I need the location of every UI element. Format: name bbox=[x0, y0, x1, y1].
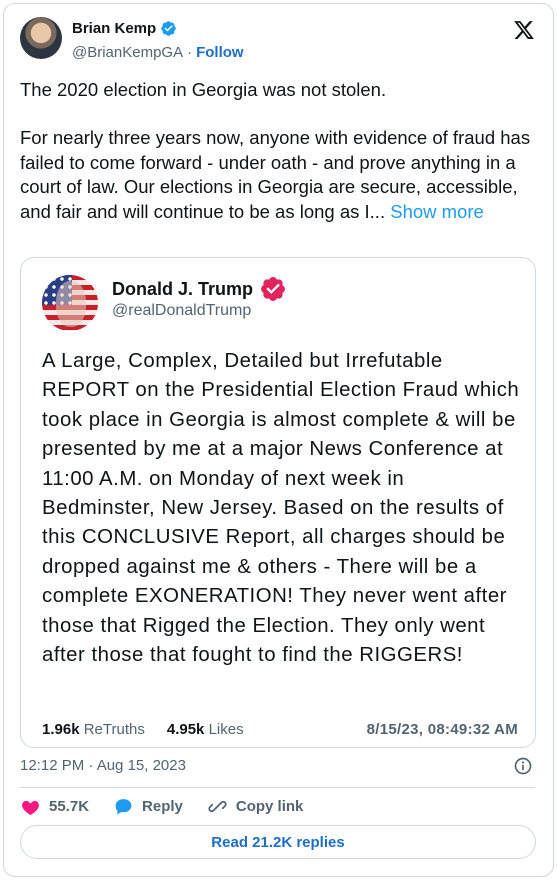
avatar-face bbox=[56, 281, 86, 327]
tweet-text: The 2020 election in Georgia was not sto… bbox=[20, 78, 535, 224]
copy-link-button[interactable]: Copy link bbox=[207, 796, 304, 817]
follow-button[interactable]: Follow bbox=[196, 44, 244, 61]
author-handle[interactable]: @BrianKempGA bbox=[72, 44, 183, 61]
likes-stat: 4.95k Likes bbox=[167, 721, 244, 738]
x-logo-icon[interactable] bbox=[513, 19, 535, 41]
author-avatar[interactable] bbox=[20, 17, 62, 59]
quoted-post-card[interactable]: Donald J. Trump @realDonaldTrump A Large… bbox=[20, 257, 536, 748]
heart-icon bbox=[22, 800, 39, 815]
quoted-author-handle: @realDonaldTrump bbox=[112, 302, 252, 319]
truth-verified-badge-icon bbox=[261, 277, 285, 301]
quoted-likes-label: Likes bbox=[208, 721, 244, 738]
like-button[interactable]: 55.7K bbox=[20, 796, 89, 817]
tweet-paragraph-1: The 2020 election in Georgia was not sto… bbox=[20, 79, 387, 100]
tweet-paragraph-2: For nearly three years now, anyone with … bbox=[20, 126, 535, 224]
quoted-post-stats: 1.96k ReTruths 4.95k Likes 8/15/23, 08:4… bbox=[42, 721, 518, 738]
like-count: 55.7K bbox=[49, 797, 90, 815]
actions-divider bbox=[20, 787, 535, 788]
handle-separator: · bbox=[187, 44, 193, 61]
quoted-author-name-row: Donald J. Trump bbox=[112, 275, 287, 303]
author-handle-row: @BrianKempGA · Follow bbox=[72, 44, 244, 61]
action-bar: 55.7K Reply Copy link bbox=[20, 795, 327, 817]
quoted-post-text: A Large, Complex, Detailed but Irrefutab… bbox=[42, 350, 520, 667]
link-icon bbox=[208, 800, 227, 812]
quoted-likes-count: 4.95k bbox=[166, 721, 205, 738]
author-name[interactable]: Brian Kemp bbox=[72, 20, 156, 37]
author-name-row: Brian Kemp bbox=[72, 20, 177, 37]
reply-bubble-icon bbox=[115, 798, 132, 814]
show-more-link[interactable]: Show more bbox=[385, 201, 484, 222]
verified-badge-icon bbox=[161, 21, 176, 36]
info-icon[interactable] bbox=[513, 756, 533, 776]
post-timestamp[interactable]: 12:12 PM · Aug 15, 2023 bbox=[20, 757, 186, 774]
quoted-author-name: Donald J. Trump bbox=[112, 278, 254, 299]
reply-button[interactable]: Reply bbox=[113, 796, 183, 817]
read-replies-button[interactable]: Read 21.2K replies bbox=[20, 825, 536, 859]
retruths-count: 1.96k bbox=[42, 721, 80, 738]
quoted-author-avatar bbox=[42, 275, 98, 331]
retruths-label: ReTruths bbox=[83, 721, 145, 738]
quoted-post-timestamp: 8/15/23, 08:49:32 AM bbox=[366, 721, 518, 738]
retruths-stat: 1.96k ReTruths bbox=[42, 721, 145, 738]
reply-label: Reply bbox=[142, 797, 183, 815]
copy-link-label: Copy link bbox=[235, 797, 304, 815]
